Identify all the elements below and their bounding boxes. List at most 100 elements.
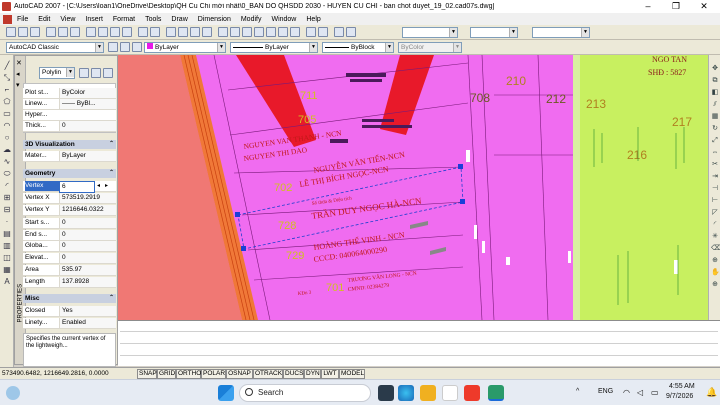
menu-format[interactable]: Format [108, 16, 140, 23]
workspace-settings-icon[interactable] [108, 42, 118, 52]
spline-tool-icon[interactable]: ∿ [2, 157, 12, 166]
copy-object-icon[interactable]: ⧉ [711, 77, 719, 85]
vertex-index-input[interactable]: 6 [59, 181, 95, 193]
mtext-tool-icon[interactable]: A [2, 277, 12, 286]
explode-icon[interactable]: ✳ [711, 233, 719, 241]
toggle-pickadd-icon[interactable] [79, 68, 89, 78]
prop-row-vertex-y[interactable]: Vertex Y 1216646.0322 [23, 205, 116, 216]
prop-row-end-segment-width[interactable]: End s... 0 [23, 230, 116, 241]
stretch-icon[interactable]: ⇔ [711, 149, 719, 157]
otrack-toggle[interactable]: OTRACK [253, 369, 283, 379]
clock-time[interactable]: 4:55 AM [669, 383, 695, 390]
quickcalc-icon[interactable] [278, 27, 288, 37]
offset-icon[interactable]: ⫽ [711, 101, 719, 109]
lineweight-combo[interactable]: ByBlock ▼ [322, 42, 394, 53]
linetype-combo[interactable]: ByLayer ▼ [230, 42, 318, 53]
notifications-bell-icon[interactable]: 🔔 [706, 387, 717, 398]
prop-row-material[interactable]: Mater... ByLayer [23, 151, 116, 162]
point-tool-icon[interactable]: · [2, 217, 12, 226]
fillet-icon[interactable]: ◜ [711, 221, 719, 229]
command-line[interactable] [118, 320, 720, 366]
wifi-icon[interactable]: ◠ [623, 388, 630, 397]
section-misc[interactable]: Misc ⌃ [23, 294, 116, 303]
drawing-canvas[interactable]: NGO TAN SHĐ : 5827 711 705 702 728 729 7… [118, 55, 708, 320]
trim-icon[interactable]: ✂ [711, 161, 719, 169]
mirror-icon[interactable]: ◧ [711, 89, 719, 97]
pan-icon[interactable] [166, 27, 176, 37]
circle-tool-icon[interactable]: ○ [2, 133, 12, 142]
restore-button[interactable]: ❐ [662, 0, 690, 13]
osnap-toggle[interactable]: OSNAP [226, 369, 253, 379]
dim-style-combo[interactable]: ▼ [470, 27, 518, 38]
hatch-tool-icon[interactable]: ▤ [2, 229, 12, 238]
prop-row-vertex-x[interactable]: Vertex X 573519.2919 [23, 193, 116, 204]
print-icon[interactable] [46, 27, 56, 37]
cursor-coordinates[interactable]: 573490.6482, 1216649.2816, 0.0000 [2, 369, 109, 379]
sheet-set-icon[interactable] [254, 27, 264, 37]
vertex-next-icon[interactable]: ▸ [105, 181, 108, 191]
model-toggle[interactable]: MODEL [339, 369, 365, 379]
table-style-icon[interactable] [334, 27, 344, 37]
menu-draw[interactable]: Draw [166, 16, 192, 23]
ortho-toggle[interactable]: ORTHO [176, 369, 201, 379]
ellipse-arc-icon[interactable]: ◜ [2, 181, 12, 190]
polyline-tool-icon[interactable]: ⌐ [2, 85, 12, 94]
rectangle-tool-icon[interactable]: ▭ [2, 109, 12, 118]
copy-icon[interactable] [98, 27, 108, 37]
snap-toggle[interactable]: SNAP [137, 369, 157, 379]
chamfer-icon[interactable]: ◸ [711, 209, 719, 217]
dyn-toggle[interactable]: DYN [304, 369, 321, 379]
prop-row-linetype-generation[interactable]: Linety... Enabled [23, 318, 116, 329]
select-objects-icon[interactable] [91, 68, 101, 78]
menu-view[interactable]: View [55, 16, 80, 23]
prop-row-global-width[interactable]: Globa... 0 [23, 241, 116, 252]
autocad-taskbar-icon[interactable] [488, 385, 504, 401]
tray-overflow-chevron[interactable]: ^ [576, 388, 579, 395]
object-type-select[interactable]: Polylin ▼ [39, 67, 75, 79]
menu-dimension[interactable]: Dimension [193, 16, 236, 23]
prop-row-area[interactable]: Area 535.97 [23, 265, 116, 276]
layer-manager-icon[interactable] [346, 27, 356, 37]
workspace-combo[interactable]: AutoCAD Classic ▼ [6, 42, 104, 53]
zoom-previous-icon[interactable] [202, 27, 212, 37]
prop-row-start-segment-width[interactable]: Start s... 0 [23, 218, 116, 229]
weather-icon[interactable] [6, 386, 20, 400]
start-windows-icon[interactable] [218, 385, 234, 401]
map-drawing[interactable]: NGO TAN SHĐ : 5827 711 705 702 728 729 7… [118, 55, 708, 320]
prop-row-hyperlink[interactable]: Hyper... [23, 110, 116, 121]
ducs-toggle[interactable]: DUCS [283, 369, 304, 379]
battery-icon[interactable]: ▭ [651, 388, 659, 397]
layer-previous-icon[interactable] [132, 42, 142, 52]
task-view-icon[interactable] [378, 385, 394, 401]
markup-icon[interactable] [266, 27, 276, 37]
quick-select-icon[interactable] [103, 68, 113, 78]
taskbar-search-box[interactable]: Search [239, 384, 371, 402]
menu-tools[interactable]: Tools [140, 16, 166, 23]
minimize-button[interactable]: – [634, 0, 662, 13]
prop-row-elevation[interactable]: Elevat... 0 [23, 253, 116, 264]
menu-window[interactable]: Window [266, 16, 301, 23]
match-properties-icon[interactable] [122, 27, 132, 37]
properties-match-icon[interactable]: ⊕ [711, 257, 719, 265]
erase-icon[interactable]: ⌫ [711, 245, 720, 253]
autohide-icon[interactable]: ◂ [16, 70, 20, 78]
table-tool-icon[interactable]: ▦ [2, 265, 12, 274]
scale-icon[interactable]: ⤢ [711, 137, 719, 145]
join-icon[interactable]: ⊢ [711, 197, 719, 205]
notification-app-icon[interactable] [464, 385, 480, 401]
close-palette-icon[interactable]: ✕ [16, 59, 22, 67]
layer-state-icon[interactable] [120, 42, 130, 52]
new-icon[interactable] [6, 27, 16, 37]
prop-row-thickness[interactable]: Thick... 0 [23, 121, 116, 132]
help-icon[interactable] [290, 27, 300, 37]
redo-icon[interactable] [150, 27, 160, 37]
prop-row-length[interactable]: Length 137.8928 [23, 277, 116, 288]
line-tool-icon[interactable]: ╱ [2, 61, 12, 70]
construction-line-icon[interactable]: ⤡ [2, 73, 12, 82]
edge-browser-icon[interactable] [398, 385, 414, 401]
text-style-combo[interactable]: ▼ [402, 27, 458, 38]
polar-toggle[interactable]: POLAR [201, 369, 226, 379]
prop-row-vertex[interactable]: Vertex 6 ◂ ▸ [23, 181, 116, 193]
volume-icon[interactable]: ◁ [637, 388, 643, 397]
prop-row-closed[interactable]: Closed Yes [23, 306, 116, 317]
